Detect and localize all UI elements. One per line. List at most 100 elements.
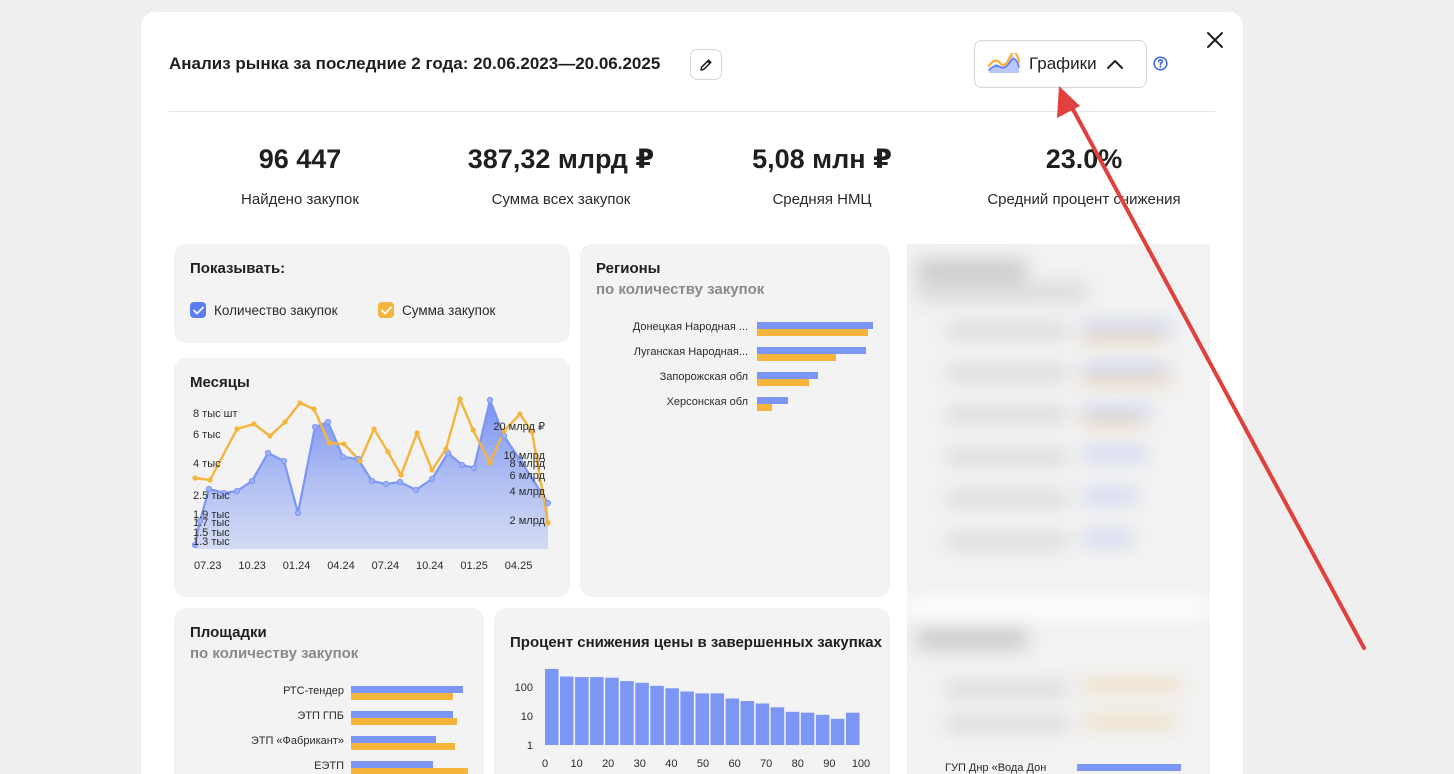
months-sum-point — [311, 406, 317, 412]
months-left-axis-label: 6 тыс — [193, 429, 221, 441]
months-count-point — [428, 475, 436, 483]
pencil-icon — [700, 58, 712, 71]
histogram-bar — [740, 701, 755, 745]
region-sum-bar — [757, 329, 869, 336]
platform-row-label: РТС-тендер — [283, 685, 344, 697]
region-count-bar — [757, 322, 873, 329]
hidden-card-row-label: ГУП Днр «Вода Дон — [945, 762, 1047, 774]
months-count-point — [280, 457, 288, 465]
region-sum-bar — [757, 379, 810, 386]
months-sum-point — [470, 427, 476, 433]
histogram-y-tick: 1 — [527, 740, 533, 752]
months-sum-point — [429, 467, 435, 473]
platform-sum-bar — [351, 768, 468, 774]
histogram-bar — [680, 691, 694, 745]
help-icon[interactable] — [1153, 56, 1168, 71]
regions-chart-subtitle: по количеству закупок — [596, 281, 765, 298]
months-sum-point — [326, 440, 332, 446]
months-right-axis-label: 8 млрд — [510, 458, 546, 470]
histogram-bar — [710, 693, 724, 745]
months-sum-point — [251, 421, 257, 427]
stat-avg-nmc: 5,08 млн ₽ Средняя НМЦ — [722, 144, 922, 208]
stat-label: Сумма всех закупок — [491, 191, 631, 208]
platform-row-label: ЕЭТП — [314, 760, 344, 772]
months-count-point — [368, 477, 376, 485]
months-sum-point — [192, 475, 198, 481]
months-x-label: 04.25 — [505, 560, 533, 572]
close-icon[interactable] — [1205, 30, 1225, 50]
edit-period-button[interactable] — [690, 49, 722, 80]
months-chart-card: Месяцы 8 тыс шт 6 тыс 4 тыс 2.5 тыс 1.9 тыс 1… — [174, 358, 570, 597]
histogram-bar — [665, 688, 679, 745]
histogram-x-tick: 0 — [542, 758, 548, 770]
months-sum-point — [517, 411, 523, 417]
regions-chart-card: Регионы по количеству закупок Донецкая Н… — [580, 244, 890, 597]
chevron-up-icon — [1106, 60, 1123, 69]
show-options-title: Показывать: — [190, 260, 286, 277]
histogram-y-tick: 10 — [521, 711, 533, 723]
months-x-label: 07.24 — [372, 560, 400, 572]
histogram-x-tick: 50 — [697, 758, 709, 770]
page-title: Анализ рынка за последние 2 года: 20.06.… — [169, 54, 661, 73]
show-options-card: Показывать: Количество закупок Сумма зак… — [174, 244, 570, 343]
months-left-axis-label: 2.5 тыс — [193, 490, 230, 502]
stat-value: 96 447 — [258, 144, 342, 174]
hidden-card-bar — [1077, 764, 1181, 771]
histogram-x-tick: 10 — [570, 758, 582, 770]
histogram-x-tick: 60 — [728, 758, 740, 770]
stat-label: Средняя НМЦ — [772, 191, 872, 208]
histogram-bar — [800, 712, 815, 745]
histogram-bar — [590, 677, 604, 745]
months-sum-point — [385, 449, 391, 455]
histogram-bar — [785, 711, 800, 745]
histogram-x-tick: 80 — [792, 758, 804, 770]
months-sum-point — [207, 477, 213, 483]
checkbox-checked-icon[interactable] — [190, 302, 206, 318]
charts-toggle-button[interactable]: Графики — [974, 40, 1147, 88]
histogram-bar — [545, 668, 559, 745]
months-sum-point — [398, 472, 404, 478]
regions-chart-title: Регионы — [596, 260, 661, 277]
stat-value: 23.0% — [1045, 144, 1123, 174]
platform-count-bar — [351, 686, 464, 693]
platform-row-label: ЭТП «Фабрикант» — [250, 735, 344, 747]
checkbox-checked-icon[interactable] — [378, 302, 394, 318]
histogram-bar — [770, 707, 785, 745]
histogram-x-tick: 70 — [760, 758, 772, 770]
histogram-bar — [560, 676, 574, 745]
months-left-axis-label: 4 тыс — [193, 458, 221, 470]
platform-sum-bar — [351, 693, 453, 700]
region-row-label: Херсонская обл — [666, 396, 748, 408]
platform-count-bar — [351, 711, 453, 718]
months-sum-point — [341, 441, 347, 447]
months-count-point — [248, 477, 256, 485]
platforms-chart-card: Площадки по количеству закупок РТС-тенде… — [174, 608, 484, 774]
region-count-bar — [757, 372, 819, 379]
stat-avg-reduction: 23.0% Средний процент снижения — [974, 144, 1194, 208]
checkbox-sum[interactable]: Сумма закупок — [378, 302, 495, 318]
checkbox-count[interactable]: Количество закупок — [190, 302, 337, 318]
histogram-bar — [830, 718, 845, 745]
platform-count-bar — [351, 761, 433, 768]
months-x-label: 10.24 — [416, 560, 444, 572]
histogram-bar — [695, 693, 709, 745]
histogram-x-tick: 20 — [602, 758, 614, 770]
months-x-label: 01.24 — [283, 560, 311, 572]
platforms-chart-title: Площадки — [190, 624, 267, 641]
histogram-bar — [815, 714, 830, 745]
price-reduction-chart-card: Процент снижения цены в завершенных заку… — [494, 608, 890, 774]
histogram-bar — [635, 682, 649, 745]
histogram-bar — [650, 685, 664, 745]
region-count-bar — [757, 347, 867, 354]
stat-found: 96 447 Найдено закупок — [200, 144, 400, 208]
months-sum-point — [357, 458, 363, 464]
stat-value: 5,08 млн ₽ — [752, 144, 892, 174]
months-count-point — [458, 461, 466, 469]
histogram-bar — [620, 681, 634, 745]
platform-count-bar — [351, 736, 437, 743]
platforms-chart-subtitle: по количеству закупок — [190, 645, 359, 662]
months-count-point — [412, 486, 420, 494]
months-sum-point — [414, 430, 420, 436]
months-left-axis-label: 8 тыс шт — [193, 408, 238, 420]
histogram-x-tick: 90 — [823, 758, 835, 770]
